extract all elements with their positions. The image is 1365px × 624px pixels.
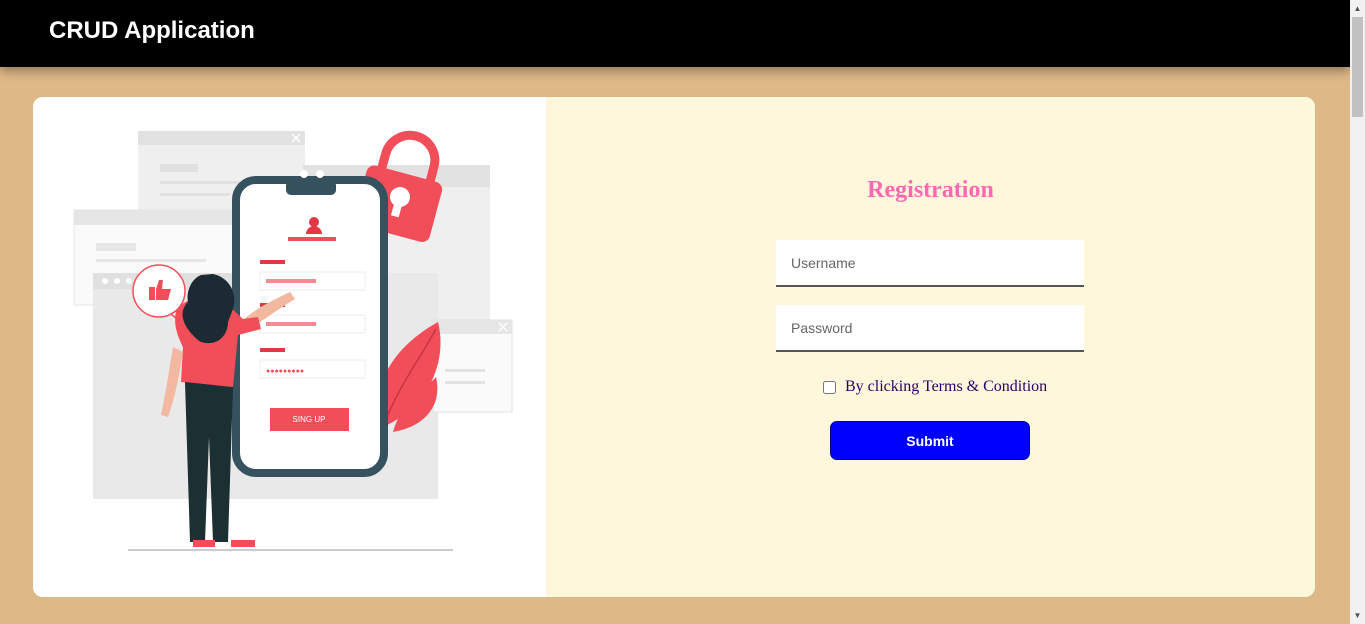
terms-label[interactable]: By clicking Terms & Condition	[845, 378, 1047, 396]
vertical-scrollbar[interactable]: ▲ ▼	[1350, 0, 1365, 624]
illustration-signup-text: SING UP	[293, 415, 326, 424]
scroll-down-icon[interactable]: ▼	[1350, 607, 1365, 624]
username-input[interactable]	[776, 240, 1084, 287]
form-title: Registration	[867, 177, 994, 203]
password-input[interactable]	[776, 305, 1084, 352]
signup-illustration: ●●●●●●●●● SING UP	[73, 130, 513, 551]
submit-button[interactable]: Submit	[830, 421, 1030, 460]
terms-row: By clicking Terms & Condition	[823, 378, 1047, 396]
scroll-up-icon[interactable]: ▲	[1350, 0, 1365, 17]
form-panel: Registration By clicking Terms & Conditi…	[546, 97, 1315, 597]
illustration-panel: ●●●●●●●●● SING UP	[33, 97, 546, 597]
terms-checkbox[interactable]	[823, 380, 836, 394]
background-window-small	[432, 319, 513, 413]
app-brand[interactable]: CRUD Application	[49, 17, 255, 45]
top-navbar: CRUD Application	[0, 0, 1350, 67]
scrollbar-thumb[interactable]	[1352, 17, 1363, 117]
password-dots: ●●●●●●●●●	[266, 368, 304, 375]
registration-card: ●●●●●●●●● SING UP Registration Username …	[33, 97, 1315, 597]
